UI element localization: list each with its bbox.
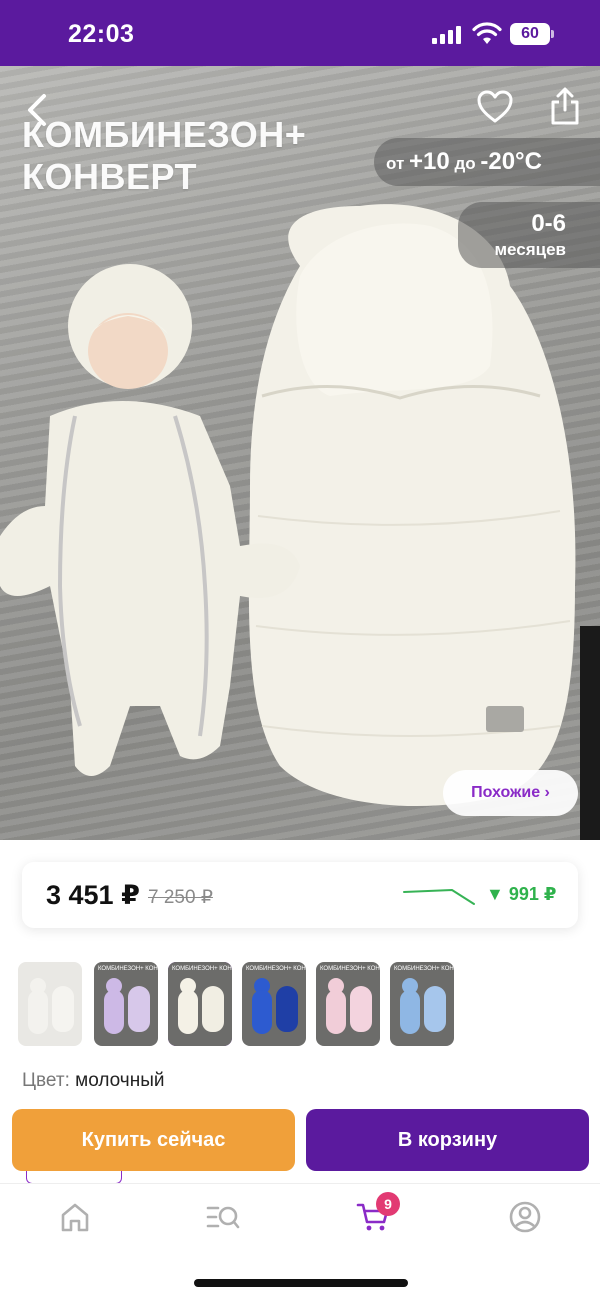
heart-icon[interactable] bbox=[476, 88, 514, 126]
home-indicator bbox=[194, 1279, 408, 1287]
status-bar: 22:03 60 bbox=[0, 0, 600, 66]
profile-icon[interactable] bbox=[508, 1200, 542, 1234]
color-value: молочный bbox=[75, 1070, 165, 1091]
back-icon[interactable] bbox=[22, 90, 52, 130]
thumbnail-caption: КОМБИНЕЗОН+ КОНВЕРТ bbox=[172, 966, 232, 972]
home-icon[interactable] bbox=[58, 1200, 92, 1234]
age-badge: 0-6 месяцев bbox=[458, 202, 600, 268]
hero-title: КОМБИНЕЗОН+ КОНВЕРТ bbox=[22, 114, 307, 197]
similar-button[interactable]: Похожие › bbox=[443, 770, 578, 816]
share-icon[interactable] bbox=[548, 86, 582, 126]
signal-icon bbox=[432, 26, 461, 44]
thumbnail-caption: КОМБИНЕЗОН+ КОНВЕРТ bbox=[98, 966, 158, 972]
battery-level: 60 bbox=[510, 23, 550, 45]
old-price: 7 250 ₽ bbox=[148, 887, 213, 908]
thumbnail-caption: КОМБИНЕЗОН+ КОНВЕРТ bbox=[246, 966, 306, 972]
price-card[interactable]: 3 451 ₽ 7 250 ₽ ▼ 991 ₽ bbox=[22, 862, 578, 928]
price-history-sparkline bbox=[403, 889, 475, 905]
variant-thumbnail[interactable]: КОМБИНЕЗОН+ КОНВЕРТ bbox=[242, 962, 306, 1046]
thumbnail-caption: КОМБИНЕЗОН+ КОНВЕРТ bbox=[320, 966, 380, 972]
bottom-navigation: 9 bbox=[0, 1183, 600, 1297]
cart-badge: 9 bbox=[376, 1192, 400, 1216]
battery-icon: 60 bbox=[510, 23, 554, 45]
variant-thumbnail[interactable] bbox=[18, 962, 82, 1046]
wifi-icon bbox=[472, 22, 502, 44]
buy-now-button[interactable]: Купить сейчас bbox=[12, 1109, 295, 1171]
status-time: 22:03 bbox=[68, 20, 135, 48]
color-row: Цвет: молочный bbox=[22, 1070, 164, 1092]
variant-thumbnail[interactable]: КОМБИНЕЗОН+ КОНВЕРТ bbox=[390, 962, 454, 1046]
thumbnail-caption: КОМБИНЕЗОН+ КОНВЕРТ bbox=[394, 966, 454, 972]
product-image[interactable]: КОМБИНЕЗОН+ КОНВЕРТ от +10 до -20°C 0-6 … bbox=[0, 66, 600, 840]
add-to-cart-button[interactable]: В корзину bbox=[306, 1109, 589, 1171]
variant-thumbnail[interactable]: КОМБИНЕЗОН+ КОНВЕРТ bbox=[94, 962, 158, 1046]
product-screen: 22:03 60 КОМБИНЕЗОН+ КОНВЕРТ от +10 до -… bbox=[0, 0, 600, 1297]
variant-thumbnail[interactable]: КОМБИНЕЗОН+ КОНВЕРТ bbox=[316, 962, 380, 1046]
current-price: 3 451 ₽ bbox=[46, 880, 140, 910]
color-label: Цвет: bbox=[22, 1070, 70, 1091]
price-drop: ▼ 991 ₽ bbox=[486, 884, 557, 904]
catalog-search-icon[interactable] bbox=[206, 1200, 240, 1234]
variant-thumbnails: КОМБИНЕЗОН+ КОНВЕРТ КОМБИНЕЗОН+ КОНВЕРТ КО… bbox=[18, 962, 578, 1046]
temperature-badge: от +10 до -20°C bbox=[374, 138, 600, 186]
variant-thumbnail[interactable]: КОМБИНЕЗОН+ КОНВЕРТ bbox=[168, 962, 232, 1046]
